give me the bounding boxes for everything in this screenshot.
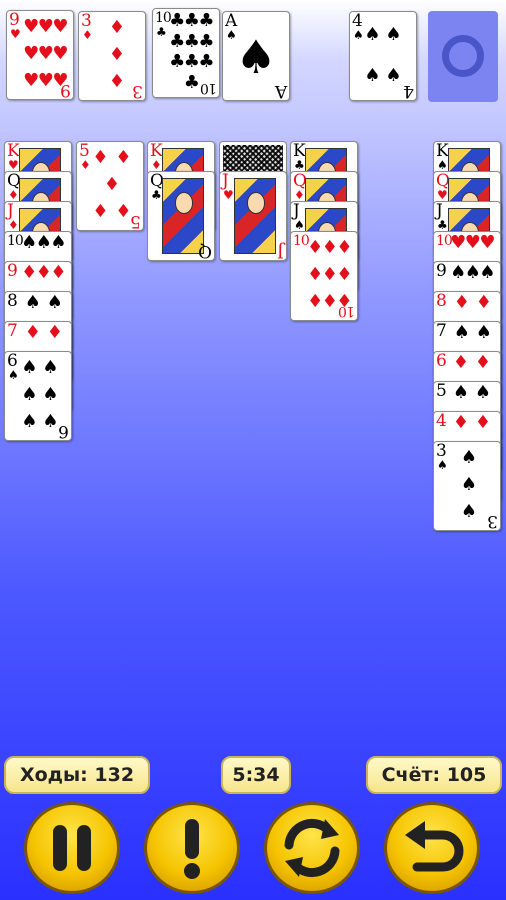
card-suit-icon: ♠: [437, 158, 448, 172]
card-rank: 6: [436, 351, 447, 371]
recycle-circle-icon: [442, 35, 484, 77]
card-suit-icon: ♥: [8, 158, 19, 172]
undo-button[interactable]: [384, 802, 480, 894]
card[interactable]: J ♥ J: [219, 171, 287, 261]
card-pips: ♦ ♦ ♦ ♦ ♦: [92, 146, 132, 223]
card-suit-icon: ♦: [151, 158, 162, 172]
card[interactable]: 10 ♦ ♦ ♦ ♦ ♦ ♦ ♦ ♦ ♦ 10: [290, 231, 358, 321]
card-rank-bottom: 4: [404, 81, 414, 101]
card-rank-bottom: A: [275, 81, 287, 101]
card-suit-icon: ♠: [8, 368, 19, 382]
card-rank: 8: [7, 291, 18, 311]
card-suit-icon: ♣: [156, 25, 167, 39]
pause-button[interactable]: [24, 802, 120, 894]
pause-icon: [53, 825, 91, 871]
card-suit-icon: ♦: [8, 188, 19, 202]
tableau-column-2-card[interactable]: 5 ♦ ♦ ♦ ♦ ♦ ♦ 5: [76, 141, 144, 231]
card[interactable]: Q ♣ Q: [147, 171, 215, 261]
card-rank: 9: [436, 261, 447, 281]
refresh-icon: [284, 818, 340, 878]
moves-counter: Ходы: 132: [4, 756, 150, 794]
card-suit-icon: ♥: [10, 27, 21, 41]
card-rank-bottom: 6: [59, 421, 69, 441]
waste-card-3[interactable]: 10 ♣ ♣ ♣ ♣ ♣ ♣ ♣ ♣ ♣ ♣ ♣ 10: [152, 8, 220, 98]
card-rank: 7: [436, 321, 447, 341]
card-suit-icon: ♥: [437, 188, 448, 202]
card-rank-bottom: 9: [61, 80, 71, 100]
card-suit-icon: ♠: [294, 218, 305, 232]
foundation-card-2[interactable]: 4 ♠ ♠ ♠ ♠ ♠ 4: [349, 11, 417, 101]
exclamation-icon: [184, 819, 200, 879]
card-rank: 5: [436, 381, 447, 401]
timer: 5:34: [221, 756, 291, 794]
card-pips: ♠ ♠ ♠: [460, 446, 478, 523]
hint-button[interactable]: [144, 802, 240, 894]
card-suit-icon: ♣: [151, 188, 162, 202]
card-rank-bottom: 10: [201, 80, 217, 96]
card-suit-icon: ♦: [8, 218, 19, 232]
waste-card-2[interactable]: 3 ♦ ♦ ♦ ♦ 3: [78, 11, 146, 101]
card-center-suit: ♠: [235, 30, 277, 84]
foundation-card-1[interactable]: A ♠ ♠ A: [222, 11, 290, 101]
card-suit-icon: ♥: [223, 188, 234, 202]
card-suit-icon: ♣: [294, 158, 305, 172]
score: Счёт: 105: [366, 756, 502, 794]
card-rank: 8: [436, 291, 447, 311]
card-rank: 9: [7, 261, 18, 281]
card-rank: 7: [7, 321, 18, 341]
queen-face: [162, 178, 204, 254]
undo-icon: [405, 821, 464, 872]
card-rank: 4: [436, 411, 447, 431]
card-pips: ♠ ♠ ♠ ♠ ♠ ♠: [21, 356, 59, 433]
card-rank-bottom: J: [278, 241, 284, 261]
card-rank-bottom: 3: [488, 511, 498, 531]
card-rank-bottom: Q: [199, 241, 212, 261]
card-rank-bottom: 10: [339, 303, 355, 319]
jack-face: [234, 178, 276, 254]
card-rank-bottom: 3: [133, 81, 143, 101]
stock-recycle[interactable]: [428, 11, 498, 102]
card[interactable]: 6 ♠ ♠ ♠ ♠ ♠ ♠ ♠ 6: [4, 351, 72, 441]
card-pips: ♠ ♠ ♠ ♠: [364, 23, 402, 86]
waste-card-1[interactable]: 9 ♥ ♥ ♥ ♥ ♥ ♥ ♥ ♥ ♥ ♥ 9: [6, 10, 74, 100]
card-suit-icon: ♦: [82, 28, 93, 42]
card-rank-bottom: 5: [131, 211, 141, 231]
restart-button[interactable]: [264, 802, 360, 894]
card-suit-icon: ♠: [437, 458, 448, 472]
card[interactable]: 3 ♠ ♠ ♠ ♠ 3: [433, 441, 501, 531]
card-suit-icon: ♦: [294, 188, 305, 202]
card-suit-icon: ♣: [437, 218, 448, 232]
